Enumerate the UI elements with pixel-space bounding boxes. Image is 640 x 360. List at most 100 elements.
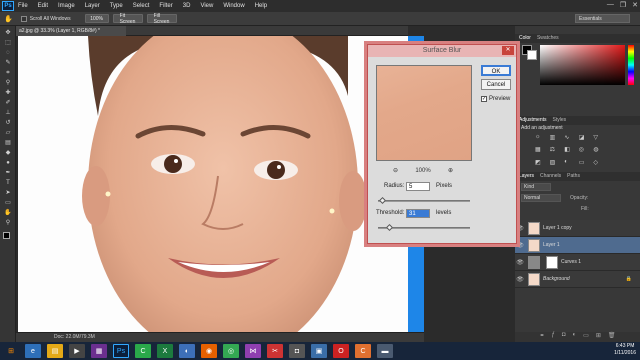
minimize-icon[interactable]: — bbox=[607, 1, 614, 9]
hue-saturation-icon[interactable]: ▦ bbox=[535, 146, 547, 155]
stamp-tool-icon[interactable]: ⊥ bbox=[4, 110, 12, 117]
close-icon[interactable]: ✕ bbox=[502, 46, 514, 55]
ok-button[interactable]: OK bbox=[481, 65, 511, 76]
menu-filter[interactable]: Filter bbox=[159, 3, 172, 9]
foreground-color-swatch[interactable] bbox=[3, 232, 10, 239]
type-tool-icon[interactable]: T bbox=[4, 180, 12, 187]
brightness-icon[interactable]: ☼ bbox=[535, 134, 547, 143]
black-white-icon[interactable]: ◧ bbox=[564, 146, 576, 155]
dodge-tool-icon[interactable]: ● bbox=[4, 160, 12, 167]
menu-view[interactable]: View bbox=[200, 3, 213, 9]
exposure-icon[interactable]: ◪ bbox=[579, 134, 591, 143]
camtasia-icon[interactable]: C bbox=[135, 344, 151, 358]
layer-filter-kind[interactable]: Kind bbox=[521, 183, 551, 191]
menu-3d[interactable]: 3D bbox=[183, 3, 191, 9]
selective-color-icon[interactable]: ◇ bbox=[593, 159, 605, 168]
app2-icon[interactable]: ▣ bbox=[311, 344, 327, 358]
threshold-slider-knob[interactable] bbox=[385, 223, 394, 232]
channel-mixer-icon[interactable]: ◍ bbox=[593, 146, 605, 155]
menu-window[interactable]: Window bbox=[223, 3, 244, 9]
excel-icon[interactable]: X bbox=[157, 344, 173, 358]
photo-canvas[interactable] bbox=[18, 36, 408, 332]
tab-color[interactable]: Color bbox=[519, 34, 531, 43]
tab-channels[interactable]: Channels bbox=[540, 172, 561, 181]
threshold-input[interactable]: 31 bbox=[406, 209, 430, 218]
photoshop-taskbar-icon[interactable]: Ps bbox=[113, 344, 129, 358]
lasso-tool-icon[interactable]: ◌ bbox=[4, 50, 12, 57]
tab-swatches[interactable]: Swatches bbox=[537, 34, 559, 43]
shape-tool-icon[interactable]: ▭ bbox=[4, 200, 12, 207]
document-tab[interactable]: a2.jpg @ 33.3% (Layer 1, RGB/8#) * bbox=[16, 26, 126, 36]
move-tool-icon[interactable]: ✥ bbox=[4, 30, 12, 37]
tab-styles[interactable]: Styles bbox=[553, 116, 567, 125]
chrome-icon[interactable]: ◎ bbox=[223, 344, 239, 358]
radius-slider-knob[interactable] bbox=[378, 196, 387, 205]
tools-icon[interactable]: ✂ bbox=[267, 344, 283, 358]
hand-tool-icon[interactable]: ✋ bbox=[4, 210, 12, 217]
ie-icon[interactable]: e bbox=[25, 344, 41, 358]
layer-row[interactable]: 👁 Curves 1 bbox=[515, 254, 640, 271]
camera-icon[interactable]: ◘ bbox=[289, 344, 305, 358]
radius-slider[interactable] bbox=[378, 200, 470, 202]
levels-icon[interactable]: ▥ bbox=[550, 134, 562, 143]
zoom-out-icon[interactable]: ⊖ bbox=[393, 166, 398, 176]
eye-icon[interactable]: 👁 bbox=[515, 276, 525, 283]
path-select-tool-icon[interactable]: ➤ bbox=[4, 190, 12, 197]
app-icon[interactable]: ◐ bbox=[179, 344, 195, 358]
menu-select[interactable]: Select bbox=[133, 3, 150, 9]
gradient-tool-icon[interactable]: ▤ bbox=[4, 140, 12, 147]
menu-layer[interactable]: Layer bbox=[85, 3, 100, 9]
blend-mode-select[interactable]: Normal bbox=[521, 194, 561, 202]
quick-select-tool-icon[interactable]: ✎ bbox=[4, 60, 12, 67]
invert-icon[interactable]: ◩ bbox=[535, 159, 547, 168]
crop-tool-icon[interactable]: ⌗ bbox=[4, 70, 12, 77]
app3-icon[interactable]: C bbox=[355, 344, 371, 358]
fill-screen-button[interactable]: Fill Screen bbox=[146, 13, 177, 25]
fx-icon[interactable]: ƒ bbox=[552, 332, 555, 342]
zoom-tool-icon[interactable]: ⚲ bbox=[4, 220, 12, 227]
layer-row-selected[interactable]: 👁 Layer 1 bbox=[515, 237, 640, 254]
adjustment-layer-icon[interactable]: ◐ bbox=[573, 332, 577, 342]
mask-icon[interactable]: ◘ bbox=[562, 332, 566, 342]
close-icon[interactable]: ✕ bbox=[632, 1, 638, 9]
layer-row[interactable]: 👁 Background 🔒 bbox=[515, 271, 640, 288]
curves-icon[interactable]: ∿ bbox=[564, 134, 576, 143]
panel-background-swatch[interactable] bbox=[527, 50, 537, 60]
menu-help[interactable]: Help bbox=[255, 3, 267, 9]
menu-edit[interactable]: Edit bbox=[38, 3, 48, 9]
tab-layers[interactable]: Layers bbox=[519, 172, 534, 181]
hue-strip[interactable] bbox=[628, 45, 634, 85]
menu-file[interactable]: File bbox=[18, 3, 28, 9]
menu-image[interactable]: Image bbox=[58, 3, 75, 9]
gradient-map-icon[interactable]: ▭ bbox=[579, 159, 591, 168]
threshold-icon[interactable]: ◐ bbox=[564, 159, 576, 168]
scroll-all-checkbox[interactable] bbox=[20, 15, 27, 22]
marquee-tool-icon[interactable]: ⬚ bbox=[4, 40, 12, 47]
tab-paths[interactable]: Paths bbox=[567, 172, 580, 181]
preview-checkbox[interactable]: ✓ bbox=[481, 96, 487, 102]
app4-icon[interactable]: ▬ bbox=[377, 344, 393, 358]
layer-row[interactable]: 👁 Layer 1 copy bbox=[515, 220, 640, 237]
healing-tool-icon[interactable]: ✚ bbox=[4, 90, 12, 97]
vibrance-icon[interactable]: ▽ bbox=[593, 134, 605, 143]
new-layer-icon[interactable]: ⊞ bbox=[596, 332, 601, 342]
brush-tool-icon[interactable]: ✐ bbox=[4, 100, 12, 107]
posterize-icon[interactable]: ▨ bbox=[550, 159, 562, 168]
history-brush-icon[interactable]: ↺ bbox=[4, 120, 12, 127]
eye-icon[interactable]: 👁 bbox=[515, 259, 525, 266]
explorer-icon[interactable]: ▤ bbox=[47, 344, 63, 358]
link-icon[interactable]: ⚭ bbox=[540, 332, 545, 342]
color-picker-field[interactable] bbox=[540, 45, 625, 85]
menu-type[interactable]: Type bbox=[110, 3, 123, 9]
start-icon[interactable]: ⊞ bbox=[3, 344, 19, 358]
blur-tool-icon[interactable]: ◆ bbox=[4, 150, 12, 157]
pen-tool-icon[interactable]: ✒ bbox=[4, 170, 12, 177]
group-icon[interactable]: ▭ bbox=[583, 332, 589, 342]
trash-icon[interactable]: 🗑 bbox=[608, 332, 616, 342]
eraser-tool-icon[interactable]: ▱ bbox=[4, 130, 12, 137]
color-balance-icon[interactable]: ⚖ bbox=[550, 146, 562, 155]
zoom-in-icon[interactable]: ⊕ bbox=[448, 166, 453, 176]
filter-preview[interactable] bbox=[376, 65, 472, 161]
vs-icon[interactable]: ⋈ bbox=[245, 344, 261, 358]
maximize-icon[interactable]: ❐ bbox=[620, 1, 626, 9]
